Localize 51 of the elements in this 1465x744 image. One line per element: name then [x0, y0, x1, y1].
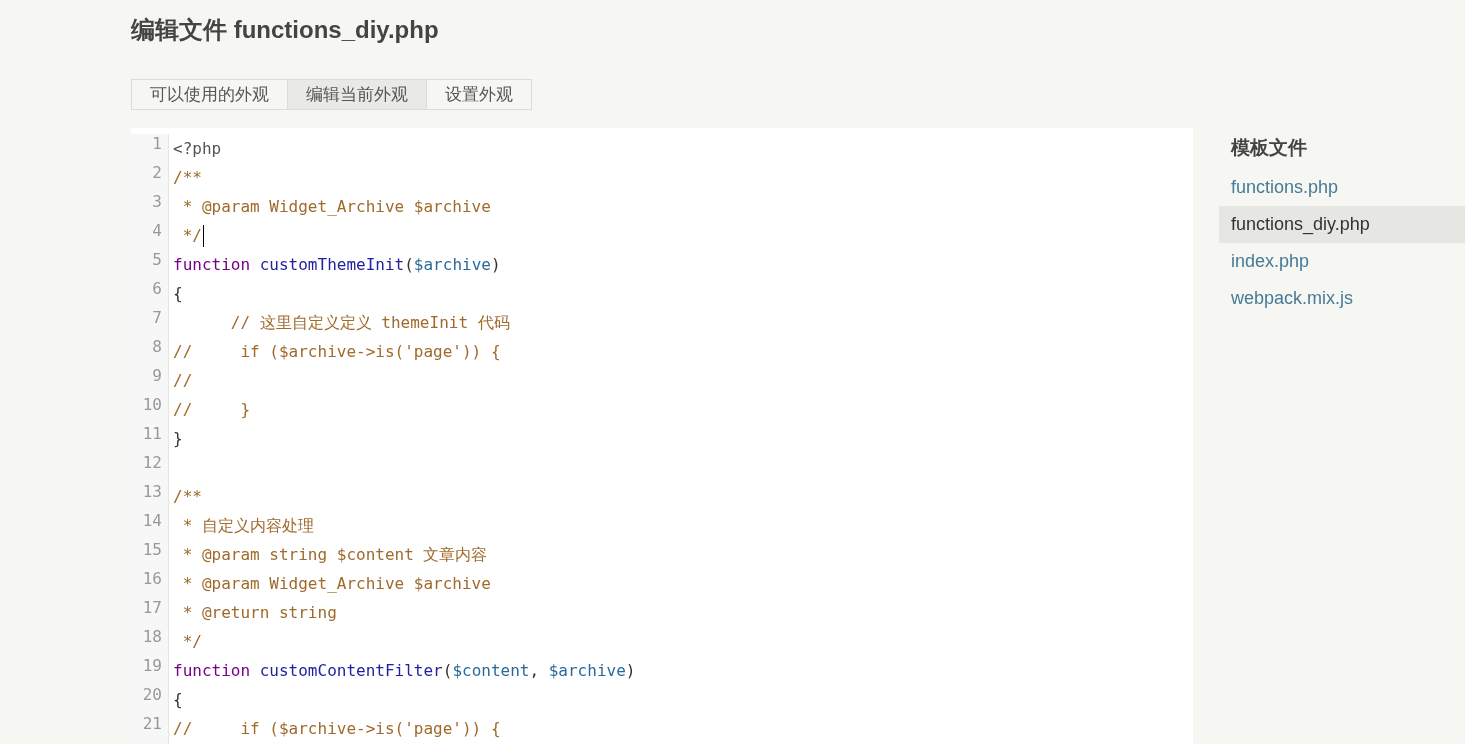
tab[interactable]: 编辑当前外观	[287, 79, 427, 110]
code-line: // 这里自定义定义 themeInit 代码	[229, 312, 510, 334]
code-line: * @param string $content 文章内容	[181, 544, 488, 566]
line-number: 21	[131, 714, 169, 743]
line-number: 2	[131, 163, 169, 192]
file-link[interactable]: webpack.mix.js	[1219, 280, 1465, 317]
code-line: // if ($archive->is('page')) {	[173, 718, 501, 740]
code-line: }	[173, 428, 183, 450]
code-line: //	[173, 370, 193, 392]
code-editor[interactable]	[131, 128, 1193, 744]
code-line: {	[173, 689, 183, 711]
line-number: 10	[131, 395, 169, 424]
line-number: 15	[131, 540, 169, 569]
file-link[interactable]: functions_diy.php	[1219, 206, 1465, 243]
code-line: // if ($archive->is('page')) {	[173, 341, 501, 363]
code-line: */	[181, 225, 202, 247]
line-number: 6	[131, 279, 169, 308]
code-line: function customContentFilter($content, $archive)	[173, 660, 636, 682]
tab[interactable]: 设置外观	[426, 79, 532, 110]
line-number: 7	[131, 308, 169, 337]
line-number: 13	[131, 482, 169, 511]
line-number: 4	[131, 221, 169, 250]
code-line: * @return string	[181, 602, 337, 624]
line-number: 12	[131, 453, 169, 482]
code-line: function customThemeInit($archive)	[173, 254, 501, 276]
line-number: 20	[131, 685, 169, 714]
sidebar-heading: 模板文件	[1231, 136, 1307, 160]
code-line: * 自定义内容处理	[181, 515, 314, 537]
code-line: /**	[173, 167, 202, 189]
line-number: 19	[131, 656, 169, 685]
line-number: 1	[131, 134, 169, 163]
line-number: 17	[131, 598, 169, 627]
file-link[interactable]: index.php	[1219, 243, 1465, 280]
code-line: /**	[173, 486, 202, 508]
line-number: 8	[131, 337, 169, 366]
line-number: 18	[131, 627, 169, 656]
code-line: <?php	[173, 138, 222, 160]
line-number: 11	[131, 424, 169, 453]
line-number: 9	[131, 366, 169, 395]
code-line: * @param Widget_Archive $archive	[181, 196, 491, 218]
tab[interactable]: 可以使用的外观	[131, 79, 288, 110]
page-title: 编辑文件 functions_diy.php	[131, 15, 439, 45]
line-number: 16	[131, 569, 169, 598]
code-line: // }	[173, 399, 251, 421]
line-number: 5	[131, 250, 169, 279]
line-number: 3	[131, 192, 169, 221]
code-line: {	[173, 283, 183, 305]
code-line: */	[181, 631, 202, 653]
code-line: * @param Widget_Archive $archive	[181, 573, 491, 595]
file-link[interactable]: functions.php	[1219, 169, 1465, 206]
line-number: 14	[131, 511, 169, 540]
